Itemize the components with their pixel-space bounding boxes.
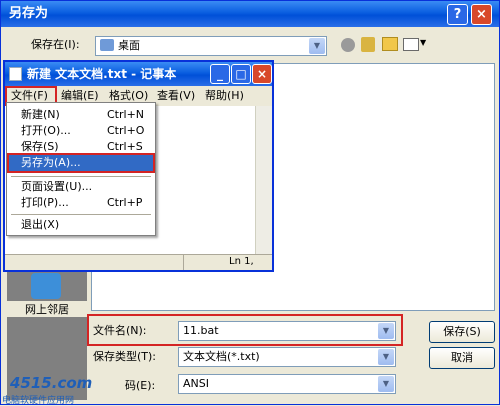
dialog-title: 另存为 [1,1,499,27]
encoding-value: ANSI [183,377,209,390]
notepad-icon [9,67,22,81]
desktop-icon [100,39,114,51]
help-button[interactable]: ? [447,4,468,25]
encoding-label: 码(E): [125,379,156,392]
save-in-label: 保存在(I): [31,38,80,51]
network-places-label[interactable]: 网上邻居 [7,301,87,317]
menu-item-new[interactable]: 新建(N) Ctrl+N [9,107,153,123]
minimize-button[interactable]: _ [210,64,230,84]
filetype-value: 文本文档(*.txt) [183,350,260,363]
menu-item-label: 保存(S) [21,140,59,153]
filetype-select[interactable]: 文本文档(*.txt) ▼ [178,347,396,367]
site-watermark: 4515.com 电脑软硬件应用网 [2,374,122,406]
menu-item-label: 打开(O)... [21,124,71,137]
view-chevron-icon[interactable]: ▼ [420,38,426,47]
notepad-close-button[interactable]: × [252,64,272,84]
menu-separator [11,176,151,177]
menu-item-label: 打印(P)... [21,196,69,209]
save-button[interactable]: 保存(S) [429,321,495,343]
maximize-button[interactable]: □ [231,64,251,84]
menu-item-label: 页面设置(U)... [21,180,93,193]
close-button[interactable]: × [471,4,492,25]
annotation-highlight-save-as [7,153,155,173]
cancel-button[interactable]: 取消 [429,347,495,369]
shortcut: Ctrl+P [107,196,143,209]
status-line: Ln 1, [229,256,254,267]
chevron-down-icon[interactable]: ▼ [378,349,394,365]
file-dropdown-menu: 新建(N) Ctrl+N 打开(O)... Ctrl+O 保存(S) Ctrl+S 另… [6,102,156,236]
menu-item-open[interactable]: 打开(O)... Ctrl+O [9,123,153,139]
menu-view[interactable]: 查看(V) [153,87,199,105]
up-folder-icon[interactable] [361,37,375,52]
annotation-highlight-filename [87,314,403,346]
view-menu-icon[interactable] [403,38,419,51]
shortcut: Ctrl+O [107,124,145,137]
chevron-down-icon[interactable]: ▼ [309,38,325,54]
menu-item-print[interactable]: 打印(P)... Ctrl+P [9,195,153,211]
new-folder-icon[interactable] [382,37,398,51]
vertical-scrollbar[interactable] [255,106,272,254]
back-icon[interactable] [341,38,355,52]
save-in-combo[interactable]: 桌面 ▼ [95,36,327,56]
chevron-down-icon[interactable]: ▼ [378,376,394,392]
network-places-icon[interactable] [31,273,61,299]
encoding-select[interactable]: ANSI ▼ [178,374,396,394]
menu-help[interactable]: 帮助(H) [201,87,248,105]
menu-item-label: 退出(X) [21,218,60,231]
shortcut: Ctrl+N [107,108,145,121]
status-bar: Ln 1, [5,254,272,270]
watermark-caption: 电脑软硬件应用网 [2,396,75,406]
filetype-label: 保存类型(T): [93,350,157,363]
watermark-logo: 4515.com [10,374,93,392]
menu-item-label: 新建(N) [21,108,60,121]
menu-item-page-setup[interactable]: 页面设置(U)... [9,179,153,195]
menu-item-exit[interactable]: 退出(X) [9,217,153,233]
save-in-value: 桌面 [118,39,140,52]
menu-separator [11,214,151,215]
